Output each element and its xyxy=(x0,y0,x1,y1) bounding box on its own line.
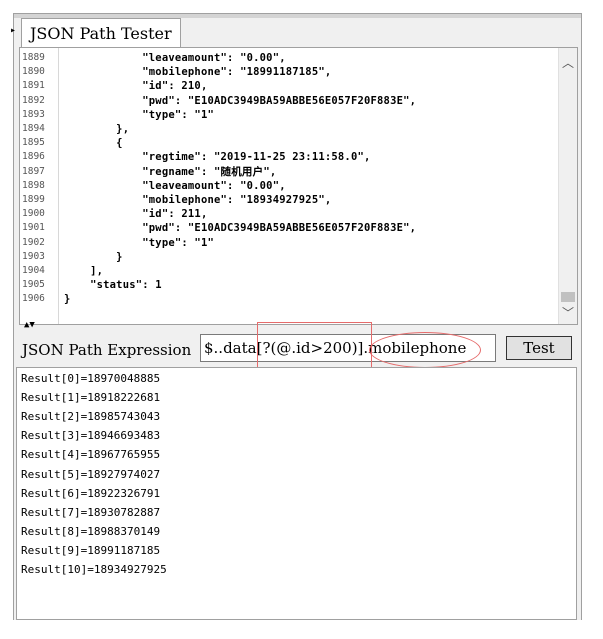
code-line: "leaveamount": "0.00", xyxy=(64,179,286,192)
chevron-up-icon[interactable]: ︿ xyxy=(559,54,577,72)
result-line: Result[10]=18934927925 xyxy=(21,563,167,576)
chevron-down-icon[interactable]: ﹀ xyxy=(559,304,577,322)
code-line: "status": 1 xyxy=(64,279,162,292)
json-path-tester-window: ▸ JSON Path Tester 1889 "leaveamount": "… xyxy=(10,13,582,620)
line-number: 1890 xyxy=(22,66,45,78)
code-line: "leaveamount": "0.00", xyxy=(64,52,286,64)
code-line: "mobilephone": "18934927925", xyxy=(64,194,332,206)
line-number: 1893 xyxy=(22,108,45,120)
code-line: "id": 210, xyxy=(64,80,208,93)
code-line: "id": 211, xyxy=(64,208,208,221)
expression-label: JSON Path Expression xyxy=(22,341,192,359)
code-line: "pwd": "E10ADC3949BA59ABBE56E057F20F883E… xyxy=(64,222,417,235)
code-line: } xyxy=(64,250,123,263)
code-line: "type": "1" xyxy=(64,236,214,249)
line-number: 1903 xyxy=(22,250,45,262)
line-number: 1894 xyxy=(22,123,45,134)
editor-vertical-scrollbar[interactable]: ︿ ﹀ xyxy=(558,48,577,324)
code-line: { xyxy=(64,137,123,150)
code-line: "mobilephone": "18991187185", xyxy=(64,66,332,79)
result-line: Result[5]=18927974027 xyxy=(21,467,161,481)
line-number: 1900 xyxy=(22,208,45,220)
code-line: }, xyxy=(64,123,130,135)
line-number: 1906 xyxy=(22,293,45,305)
line-number: 1899 xyxy=(22,194,45,205)
line-number: 1889 xyxy=(22,52,45,63)
code-line: ], xyxy=(64,265,104,277)
line-number: 1897 xyxy=(22,165,45,177)
result-line: Result[0]=18970048885 xyxy=(21,372,161,385)
mobilephone-annotation-ellipse xyxy=(369,332,481,368)
line-number: 1895 xyxy=(22,137,45,149)
splitter-grip-icon[interactable]: ▲▼ xyxy=(24,321,35,330)
line-number: 1898 xyxy=(22,179,45,191)
line-number: 1892 xyxy=(22,94,45,106)
results-panel[interactable]: Result[0]=18970048885 Result[1]=189182226… xyxy=(16,367,577,620)
tab-json-path-tester[interactable]: JSON Path Tester xyxy=(21,18,181,48)
line-number: 1891 xyxy=(22,80,45,92)
code-line: } xyxy=(64,293,71,306)
code-line: "type": "1" xyxy=(64,108,214,121)
result-line: Result[3]=18946693483 xyxy=(21,429,161,443)
line-number: 1904 xyxy=(22,265,45,276)
code-line: "regname": "随机用户", xyxy=(64,165,277,178)
result-line: Result[9]=18991187185 xyxy=(21,543,161,557)
test-button[interactable]: Test xyxy=(506,336,572,360)
line-number: 1905 xyxy=(22,279,45,291)
line-number: 1902 xyxy=(22,236,45,248)
code-line: "regtime": "2019-11-25 23:11:58.0", xyxy=(64,151,371,164)
panel-collapse-icon[interactable]: ▸ xyxy=(10,26,16,36)
result-line: Result[8]=18988370149 xyxy=(21,524,161,538)
result-line: Result[4]=18967765955 xyxy=(21,448,161,462)
line-number: 1901 xyxy=(22,222,45,234)
code-line: "pwd": "E10ADC3949BA59ABBE56E057F20F883E… xyxy=(64,94,417,107)
json-editor[interactable]: 1889 "leaveamount": "0.00", 1890 "mobilep… xyxy=(19,47,578,325)
result-line: Result[1]=18918222681 xyxy=(21,391,161,405)
result-line: Result[7]=18930782887 xyxy=(21,505,161,519)
line-number: 1896 xyxy=(22,151,45,163)
result-line: Result[2]=18985743043 xyxy=(21,410,161,424)
scrollbar-thumb[interactable] xyxy=(561,292,575,302)
result-line: Result[6]=18922326791 xyxy=(21,486,161,500)
